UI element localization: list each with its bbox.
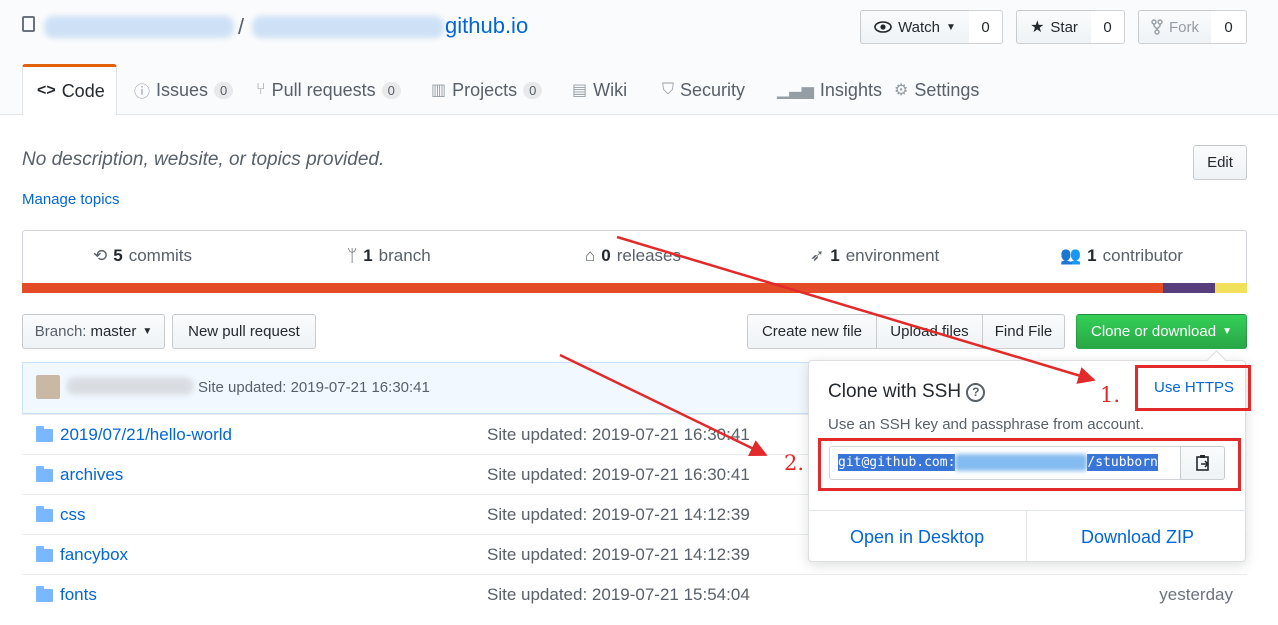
annotation-arrows xyxy=(559,235,1096,457)
annotation-arrow-1 xyxy=(616,235,1096,384)
annotation-arrow-2 xyxy=(559,353,768,457)
